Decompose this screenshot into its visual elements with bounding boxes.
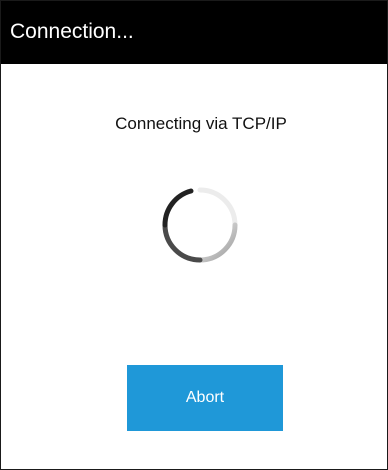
window-title: Connection... — [10, 20, 134, 43]
connection-dialog: Connection... Connecting via TCP/IP Abor… — [0, 0, 388, 470]
loading-spinner-icon — [162, 187, 238, 263]
title-bar: Connection... — [1, 1, 387, 64]
connection-status-text: Connecting via TCP/IP — [115, 114, 287, 133]
abort-button[interactable]: Abort — [127, 365, 283, 431]
